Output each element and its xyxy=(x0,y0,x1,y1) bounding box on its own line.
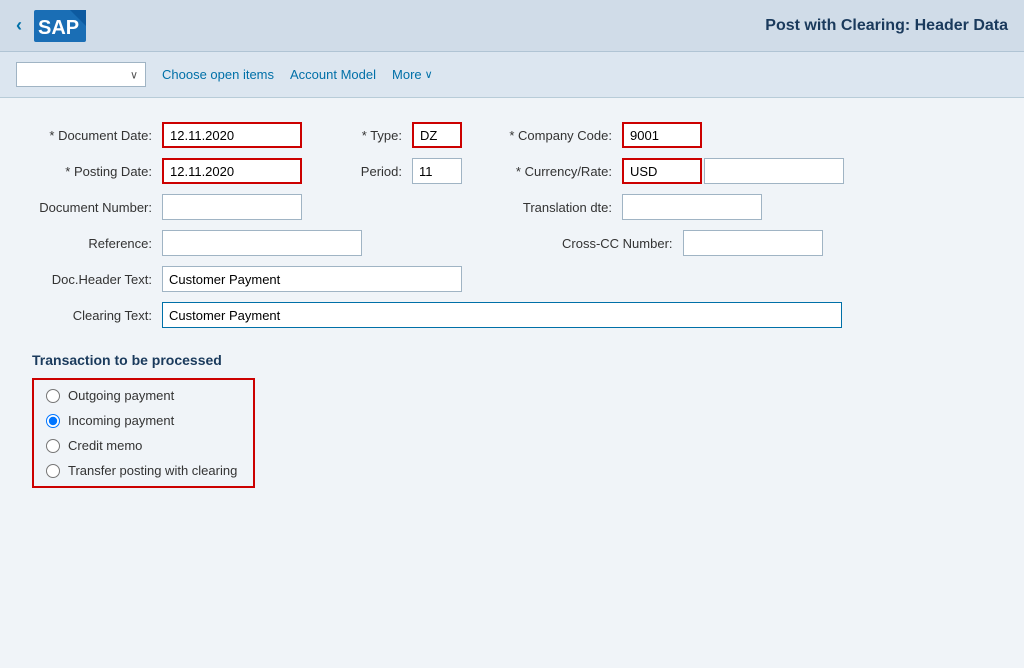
top-bar: ‹ SAP Post with Clearing: Header Data xyxy=(0,0,1024,52)
toolbar-select-wrapper: ∨ xyxy=(16,62,146,87)
form-row-6: Clearing Text: xyxy=(32,302,992,328)
radio-incoming[interactable]: Incoming payment xyxy=(46,413,237,428)
document-date-label: * Document Date: xyxy=(32,128,162,143)
transaction-section: Transaction to be processed Outgoing pay… xyxy=(32,352,992,488)
choose-open-items-link[interactable]: Choose open items xyxy=(162,67,274,82)
currency-rate-extra-input[interactable] xyxy=(704,158,844,184)
more-label: More xyxy=(392,67,422,82)
main-content: * Document Date: * Type: * Company Code:… xyxy=(0,98,1024,668)
cross-cc-input[interactable] xyxy=(683,230,823,256)
document-date-input[interactable] xyxy=(162,122,302,148)
reference-input[interactable] xyxy=(162,230,362,256)
back-button[interactable]: ‹ xyxy=(16,15,22,36)
transaction-title: Transaction to be processed xyxy=(32,352,992,368)
form-row-4: Reference: Cross-CC Number: xyxy=(32,230,992,256)
company-code-label: * Company Code: xyxy=(502,128,622,143)
radio-outgoing-input[interactable] xyxy=(46,389,60,403)
more-arrow-icon: ∨ xyxy=(425,68,433,81)
radio-credit-label: Credit memo xyxy=(68,438,142,453)
period-label: Period: xyxy=(342,164,412,179)
form-row-1: * Document Date: * Type: * Company Code: xyxy=(32,122,992,148)
cross-cc-label: Cross-CC Number: xyxy=(562,236,683,251)
document-number-input[interactable] xyxy=(162,194,302,220)
account-model-link[interactable]: Account Model xyxy=(290,67,376,82)
clearing-text-input[interactable] xyxy=(162,302,842,328)
radio-incoming-input[interactable] xyxy=(46,414,60,428)
radio-transfer-label: Transfer posting with clearing xyxy=(68,463,237,478)
type-input[interactable] xyxy=(412,122,462,148)
radio-transfer[interactable]: Transfer posting with clearing xyxy=(46,463,237,478)
currency-rate-label: * Currency/Rate: xyxy=(502,164,622,179)
reference-label: Reference: xyxy=(32,236,162,251)
translation-dte-input[interactable] xyxy=(622,194,762,220)
transaction-radio-group: Outgoing payment Incoming payment Credit… xyxy=(32,378,255,488)
form-row-3: Document Number: Translation dte: xyxy=(32,194,992,220)
form-row-2: * Posting Date: Period: * Currency/Rate: xyxy=(32,158,992,184)
period-input[interactable] xyxy=(412,158,462,184)
clearing-text-label: Clearing Text: xyxy=(32,308,162,323)
radio-credit[interactable]: Credit memo xyxy=(46,438,237,453)
doc-header-text-input[interactable] xyxy=(162,266,462,292)
posting-date-input[interactable] xyxy=(162,158,302,184)
type-label: * Type: xyxy=(342,128,412,143)
radio-outgoing[interactable]: Outgoing payment xyxy=(46,388,237,403)
toolbar: ∨ Choose open items Account Model More ∨ xyxy=(0,52,1024,98)
posting-date-label: * Posting Date: xyxy=(32,164,162,179)
form-row-5: Doc.Header Text: xyxy=(32,266,992,292)
company-code-input[interactable] xyxy=(622,122,702,148)
svg-text:SAP: SAP xyxy=(38,17,79,39)
toolbar-select[interactable] xyxy=(16,62,146,87)
radio-incoming-label: Incoming payment xyxy=(68,413,174,428)
radio-transfer-input[interactable] xyxy=(46,464,60,478)
radio-credit-input[interactable] xyxy=(46,439,60,453)
more-button[interactable]: More ∨ xyxy=(392,67,433,82)
radio-outgoing-label: Outgoing payment xyxy=(68,388,174,403)
sap-logo: SAP xyxy=(34,10,86,42)
form-section: * Document Date: * Type: * Company Code:… xyxy=(32,122,992,328)
page-title: Post with Clearing: Header Data xyxy=(765,17,1008,35)
currency-input[interactable] xyxy=(622,158,702,184)
doc-header-text-label: Doc.Header Text: xyxy=(32,272,162,287)
translation-dte-label: Translation dte: xyxy=(502,200,622,215)
document-number-label: Document Number: xyxy=(32,200,162,215)
